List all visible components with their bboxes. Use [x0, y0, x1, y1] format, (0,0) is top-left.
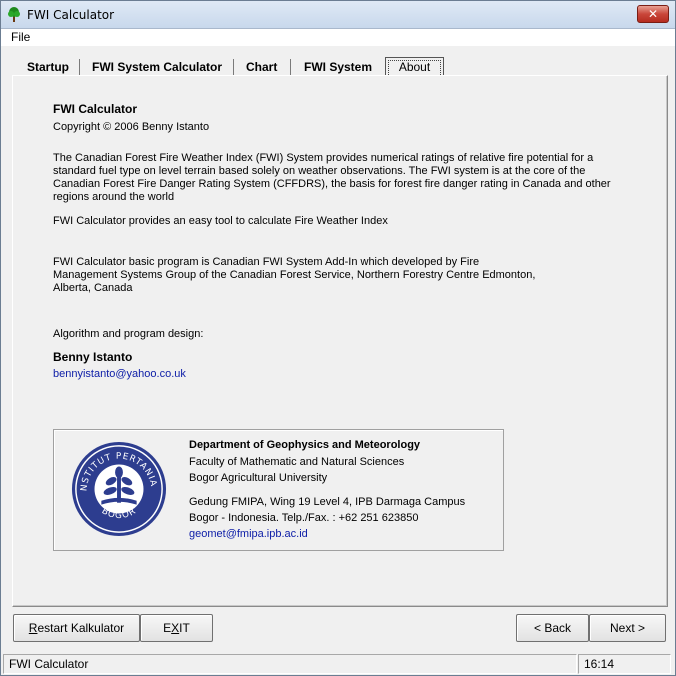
tab-separator: [290, 59, 291, 75]
status-bar: FWI Calculator 16:14: [1, 652, 675, 675]
address-line-2: Bogor - Indonesia. Telp./Fax. : +62 251 …: [189, 512, 419, 524]
title-bar[interactable]: FWI Calculator ✕: [1, 1, 675, 29]
window-title: FWI Calculator: [27, 8, 115, 22]
tab-separator: [233, 59, 234, 75]
tab-about[interactable]: About: [385, 57, 444, 76]
author-email-link[interactable]: bennyistanto@yahoo.co.uk: [53, 368, 186, 381]
status-time: 16:14: [578, 654, 671, 674]
purpose-paragraph: FWI Calculator provides an easy tool to …: [53, 215, 388, 227]
status-text: FWI Calculator: [3, 654, 577, 674]
tab-chart[interactable]: Chart: [246, 60, 277, 74]
tab-fwi-system[interactable]: FWI System: [304, 60, 372, 74]
description-paragraph: The Canadian Forest Fire Weather Index (…: [53, 152, 611, 203]
menu-file[interactable]: File: [11, 30, 30, 44]
institution-email-link[interactable]: geomet@fmipa.ipb.ac.id: [189, 528, 308, 541]
app-name: FWI Calculator: [53, 102, 138, 116]
close-button[interactable]: ✕: [637, 5, 669, 23]
address-line-1: Gedung FMIPA, Wing 19 Level 4, IPB Darma…: [189, 496, 466, 508]
design-label: Algorithm and program design:: [53, 328, 204, 340]
ipb-seal-logo: INSTITUT PERTANIAN BOGOR: [70, 440, 167, 537]
tree-icon: [8, 7, 20, 22]
about-panel: FWI Calculator Copyright © 2006 Benny Is…: [12, 75, 668, 607]
tab-separator: [79, 59, 80, 75]
credits-paragraph: FWI Calculator basic program is Canadian…: [53, 256, 536, 294]
back-button[interactable]: < Back: [516, 614, 589, 642]
tab-fwi-system-calculator[interactable]: FWI System Calculator: [92, 60, 222, 74]
close-icon: ✕: [647, 7, 659, 21]
app-window: FWI Calculator ✕ File Startup FWI System…: [0, 0, 676, 676]
tab-strip: Startup FWI System Calculator Chart FWI …: [1, 54, 675, 76]
faculty-name: Faculty of Mathematic and Natural Scienc…: [189, 456, 405, 468]
tab-startup[interactable]: Startup: [27, 60, 69, 74]
exit-button[interactable]: EXIT: [140, 614, 213, 642]
author-name: Benny Istanto: [53, 350, 133, 364]
department-name: Department of Geophysics and Meteorology: [189, 439, 421, 451]
next-button[interactable]: Next >: [589, 614, 666, 642]
menu-bar: File: [1, 29, 675, 46]
copyright: Copyright © 2006 Benny Istanto: [53, 121, 210, 133]
university-name: Bogor Agricultural University: [189, 472, 328, 484]
restart-button[interactable]: Restart Kalkulator: [13, 614, 140, 642]
institution-box: INSTITUT PERTANIAN BOGOR Department of G…: [53, 429, 504, 551]
